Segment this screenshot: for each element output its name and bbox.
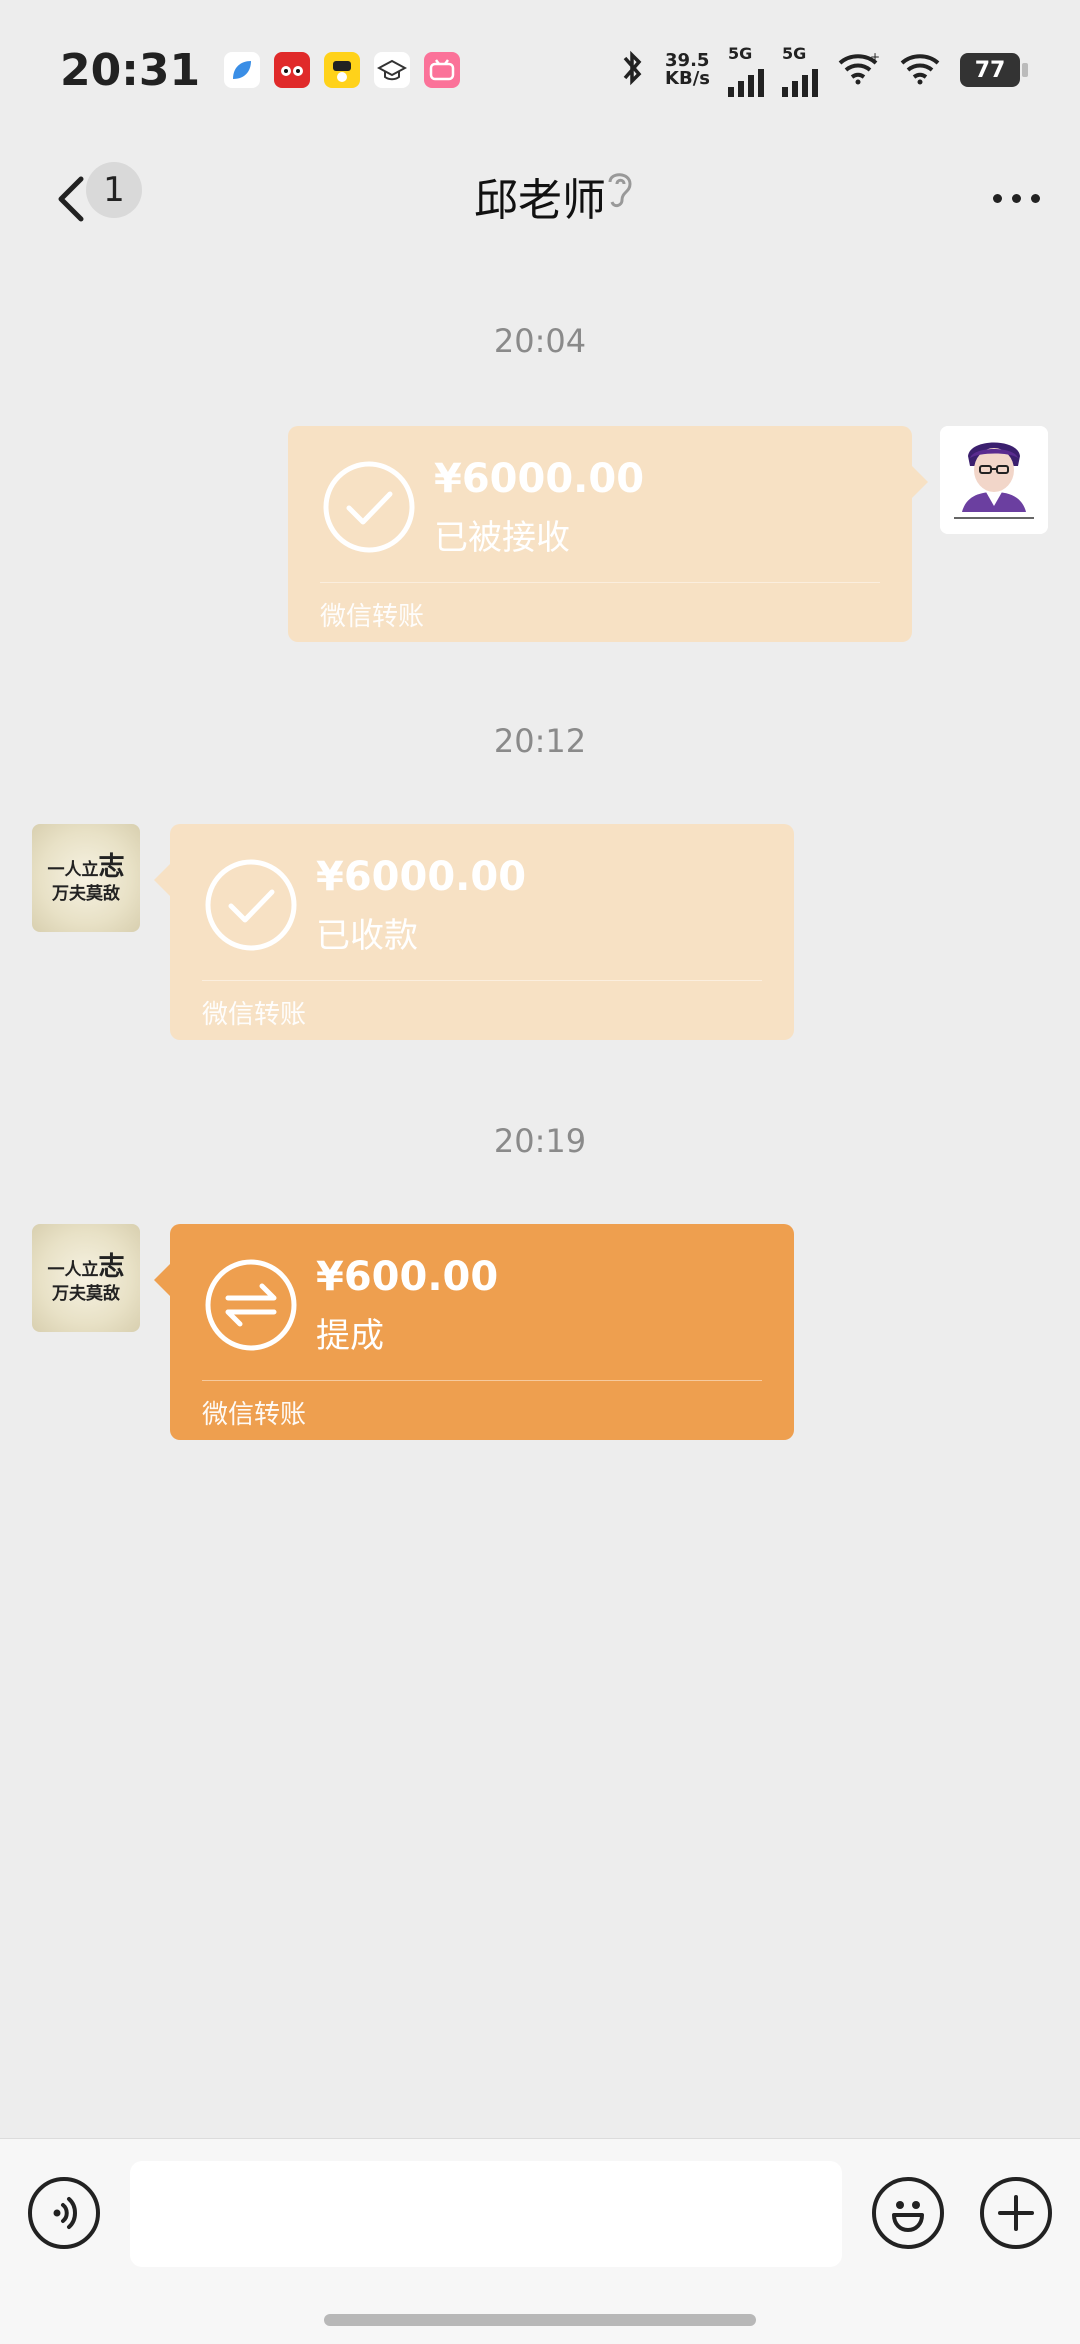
- signal-bars-icon: [782, 63, 818, 97]
- cell-signal-1-label: 5G: [728, 44, 752, 63]
- voice-icon: [42, 2191, 86, 2235]
- transfer-divider: [320, 582, 880, 583]
- check-circle-icon: [204, 858, 298, 952]
- svg-text:+: +: [870, 51, 880, 64]
- cell-signal-2-label: 5G: [782, 44, 806, 63]
- battery-level: 77: [975, 58, 1006, 83]
- transfer-status: 提成: [316, 1308, 384, 1357]
- avatar-motto-line2: 万夫莫敌: [52, 884, 120, 905]
- transfer-card[interactable]: ¥6000.00 已被接收 微信转账: [288, 426, 912, 642]
- transfer-divider: [202, 1380, 762, 1381]
- more-functions-button[interactable]: [980, 2177, 1052, 2249]
- dot-icon: [993, 194, 1002, 203]
- transfer-footer: 微信转账: [202, 1394, 306, 1431]
- contact-avatar[interactable]: 一人立志 万夫莫敌: [32, 824, 140, 932]
- battery-icon: 77: [960, 53, 1020, 87]
- meituan-app-icon: [324, 52, 360, 88]
- check-circle-icon: [322, 460, 416, 554]
- bubble-tail: [912, 466, 928, 498]
- notification-app-icons: [224, 52, 460, 88]
- dot-icon: [1012, 194, 1021, 203]
- leaf-app-icon: [224, 52, 260, 88]
- bubble-tail: [154, 864, 170, 896]
- transfer-arrows-icon: [204, 1258, 298, 1352]
- transfer-status: 已被接收: [434, 510, 570, 559]
- dot-icon: [1031, 194, 1040, 203]
- avatar-motto-part-b: 志: [98, 852, 124, 882]
- cell-signal-1: 5G: [728, 44, 764, 97]
- cell-signal-2: 5G: [782, 44, 818, 97]
- transfer-divider: [202, 980, 762, 981]
- wifi-icon: [898, 51, 942, 89]
- network-speed: 39.5 KB/s: [665, 52, 710, 88]
- message-text-input[interactable]: [130, 2161, 842, 2267]
- avatar-motto-line2: 万夫莫敌: [52, 1284, 120, 1305]
- transfer-amount: ¥6000.00: [434, 456, 644, 502]
- transfer-card[interactable]: ¥600.00 提成 微信转账: [170, 1224, 794, 1440]
- my-avatar[interactable]: [940, 426, 1048, 534]
- avatar-motto-part-a: 一人立: [47, 1260, 98, 1280]
- transfer-status: 已收款: [316, 908, 418, 957]
- status-indicators: 39.5 KB/s 5G 5G + 77: [617, 44, 1020, 97]
- emoji-button[interactable]: [872, 2177, 944, 2249]
- transfer-footer: 微信转账: [202, 994, 306, 1031]
- bluetooth-icon: [617, 48, 647, 92]
- wifi-plus-icon: +: [836, 51, 880, 89]
- avatar-motto-part-b: 志: [98, 1252, 124, 1282]
- status-bar: 20:31 39.5 KB/s 5G: [0, 0, 1080, 140]
- avatar-motto-line1: 一人立志: [47, 1251, 124, 1284]
- message-timestamp: 20:04: [0, 322, 1080, 360]
- chat-message-list[interactable]: 20:04 ¥6000.00 已被接收 微信转账 20:12 一人立志 万夫莫敌: [0, 258, 1080, 2138]
- graduation-cap-app-icon: [374, 52, 410, 88]
- message-timestamp: 20:12: [0, 722, 1080, 760]
- signal-bars-icon: [728, 63, 764, 97]
- contact-avatar[interactable]: 一人立志 万夫莫敌: [32, 1224, 140, 1332]
- user-portrait-icon: [940, 426, 1048, 534]
- more-options-button[interactable]: [980, 162, 1052, 234]
- bubble-tail: [154, 1264, 170, 1296]
- home-indicator[interactable]: [324, 2314, 756, 2326]
- status-time: 20:31: [60, 45, 200, 96]
- voice-input-button[interactable]: [28, 2177, 100, 2249]
- smiley-icon: [883, 2188, 933, 2238]
- chat-title: 邱老师: [474, 164, 606, 228]
- chat-header: 1 邱老师: [0, 140, 1080, 258]
- avatar-motto-line1: 一人立志: [47, 851, 124, 884]
- tmall-app-icon: [274, 52, 310, 88]
- bilibili-app-icon: [424, 52, 460, 88]
- plus-icon: [994, 2191, 1038, 2235]
- message-timestamp: 20:19: [0, 1122, 1080, 1160]
- avatar-motto-part-a: 一人立: [47, 860, 98, 880]
- transfer-amount: ¥600.00: [316, 1254, 498, 1300]
- earpiece-mode-icon: [600, 164, 640, 212]
- transfer-footer: 微信转账: [320, 596, 424, 633]
- network-speed-unit: KB/s: [665, 70, 710, 88]
- chat-title-wrap: 邱老师: [0, 164, 1080, 228]
- transfer-amount: ¥6000.00: [316, 854, 526, 900]
- transfer-card[interactable]: ¥6000.00 已收款 微信转账: [170, 824, 794, 1040]
